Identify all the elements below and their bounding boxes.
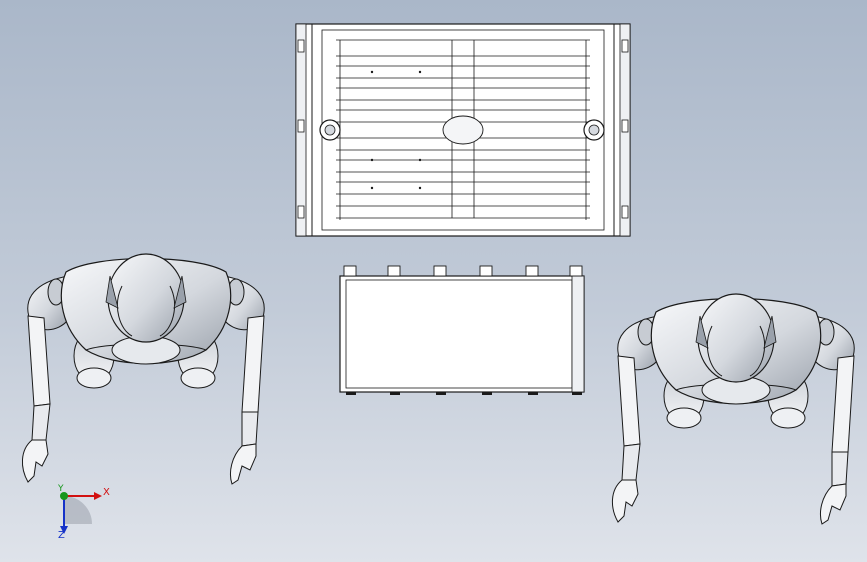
robot-left[interactable]: [21, 253, 265, 485]
axis-y-label: Y: [58, 484, 64, 494]
coordinate-triad-icon: [60, 492, 102, 534]
axis-x-label: X: [103, 487, 110, 498]
axis-z-label: Z: [58, 530, 65, 541]
cad-viewport[interactable]: X Y Z: [0, 0, 867, 562]
robot-right[interactable]: [611, 293, 855, 525]
model-view[interactable]: [0, 0, 867, 562]
crate-top-view[interactable]: [295, 23, 631, 237]
tray-top-view[interactable]: [339, 265, 585, 395]
